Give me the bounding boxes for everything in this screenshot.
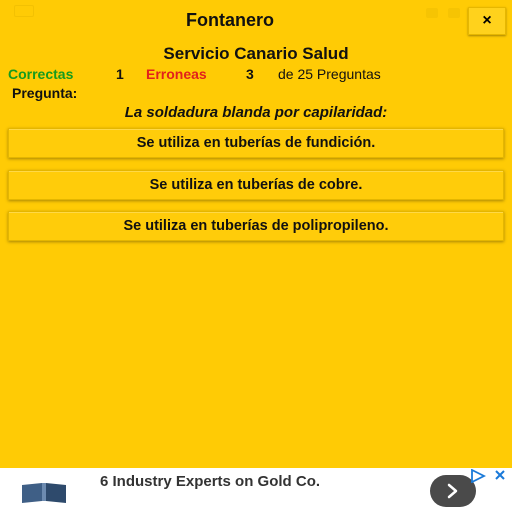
chevron-right-icon	[447, 483, 458, 499]
wrong-count: 3	[246, 66, 254, 82]
question-label: Pregunta:	[12, 85, 78, 101]
ad-close-button[interactable]	[492, 468, 508, 484]
wrong-label: Erroneas	[146, 66, 207, 82]
close-icon	[495, 470, 505, 480]
answer-option-1[interactable]: Se utiliza en tuberías de fundición.	[8, 128, 504, 158]
close-button[interactable]: ×	[468, 7, 506, 35]
exam-subtitle: Servicio Canario Salud	[163, 44, 349, 63]
correct-count: 1	[116, 66, 124, 82]
answer-option-3[interactable]: Se utiliza en tuberías de polipropileno.	[8, 211, 504, 241]
app-screen: Fontanero × Servicio Canario Salud Corre…	[0, 0, 512, 512]
score-bar: Correctas 1 Erroneas 3 de 25 Preguntas	[8, 66, 428, 84]
close-icon: ×	[482, 12, 492, 29]
adchoices-icon[interactable]	[470, 469, 486, 483]
question-text: La soldadura blanda por capilaridad:	[124, 104, 388, 121]
page-title: Fontanero	[186, 10, 274, 30]
correct-label: Correctas	[8, 66, 74, 82]
answer-option-2[interactable]: Se utiliza en tuberías de cobre.	[8, 170, 504, 200]
total-questions: de 25 Preguntas	[278, 66, 381, 82]
ad-book-icon	[22, 483, 66, 503]
ad-banner[interactable]: 6 Industry Experts on Gold Co.	[0, 468, 512, 512]
ad-headline: 6 Industry Experts on Gold Co.	[100, 473, 321, 490]
